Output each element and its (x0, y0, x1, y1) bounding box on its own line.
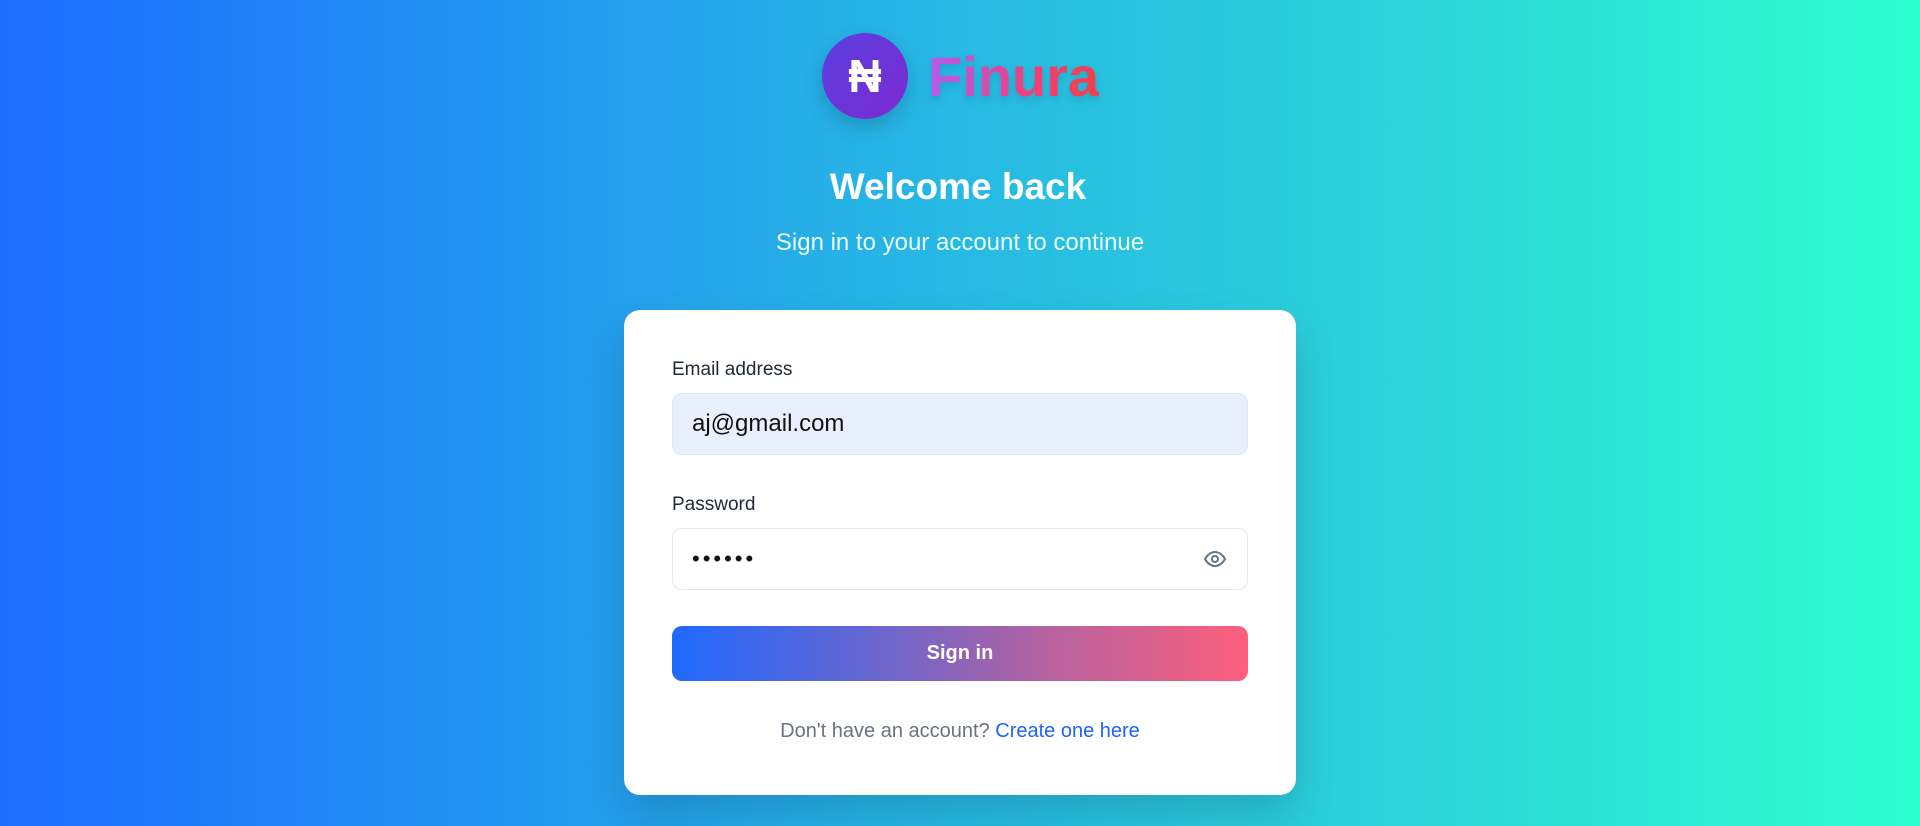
signup-text: Don't have an account? (780, 720, 990, 742)
signup-prompt: Don't have an account? Create one here (624, 720, 1296, 743)
password-value: •••••• (692, 546, 757, 571)
page-subtitle-text: Sign in to your account to continue (775, 229, 1145, 256)
email-input[interactable]: aj@gmail.com (672, 393, 1248, 455)
page-subtitle: Sign in to your account to continue (0, 229, 1920, 257)
page-title: Welcome back (0, 166, 1920, 208)
eye-icon[interactable] (1201, 547, 1229, 571)
create-account-link[interactable]: Create one here (995, 720, 1140, 742)
email-label: Email address (672, 359, 793, 380)
brand-logo: ₦ Finura (822, 33, 1099, 119)
password-input[interactable]: •••••• (672, 528, 1248, 590)
password-label: Password (672, 494, 756, 515)
brand-name: Finura (928, 44, 1100, 108)
login-card: Email address aj@gmail.com Password ••••… (624, 310, 1296, 795)
sign-in-button[interactable]: Sign in (672, 626, 1248, 681)
page-title-text: Welcome back (829, 166, 1087, 207)
naira-icon: ₦ (822, 33, 908, 119)
